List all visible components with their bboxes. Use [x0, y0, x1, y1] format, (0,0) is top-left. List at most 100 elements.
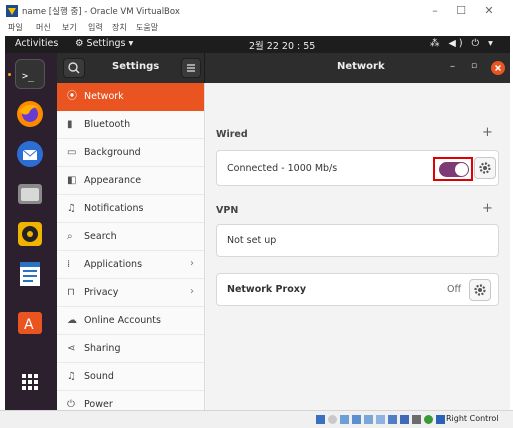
menu-help[interactable]: 도움말: [136, 22, 158, 33]
toggle-knob: [455, 163, 468, 176]
sidebar-item-label: Online Accounts: [84, 315, 161, 326]
sidebar-item-appearance[interactable]: ◧ Appearance: [57, 167, 204, 195]
running-indicator: [8, 73, 11, 76]
search-button[interactable]: [63, 58, 85, 78]
lock-icon: ⊓: [67, 287, 75, 298]
hamburger-icon: [187, 64, 195, 72]
gnome-top-bar: Activities ⚙ Settings ▾ 2월 22 20 : 55 ⁂ …: [5, 36, 510, 53]
minimize-button[interactable]: –: [426, 3, 444, 19]
page-title: Network: [337, 61, 385, 72]
sidebar-item-label: Applications: [84, 259, 143, 270]
wired-settings-button[interactable]: [474, 157, 496, 179]
sidebar-item-label: Power: [84, 399, 113, 410]
music-note-icon: ♫: [67, 371, 76, 382]
shared-folders-icon: [376, 415, 385, 424]
bluetooth-icon: ▮: [67, 119, 73, 130]
proxy-status: Off: [447, 284, 462, 295]
files-icon[interactable]: [15, 179, 45, 209]
vpn-status: Not set up: [227, 235, 277, 246]
display-icon: [388, 415, 397, 424]
firefox-icon[interactable]: [15, 99, 45, 129]
apps-grid-icon: ⁞: [67, 259, 71, 270]
wired-connection-card: Connected - 1000 Mb/s: [216, 150, 499, 186]
mouse-integration-icon: [424, 415, 433, 424]
maximize-button[interactable]: ☐: [452, 3, 470, 19]
sidebar-item-label: Bluetooth: [84, 119, 131, 130]
settings-window: Settings Network – ▫ ⦿ Network ▮ Bluetooth ▭…: [57, 53, 510, 410]
audio-icon: [340, 415, 349, 424]
svg-text:A: A: [24, 317, 34, 333]
virtualbox-status-bar: Right Control: [0, 410, 513, 428]
add-vpn-button[interactable]: +: [482, 201, 493, 216]
sidebar-item-search[interactable]: ⌕ Search: [57, 223, 204, 251]
gear-icon: [479, 162, 491, 174]
proxy-settings-button[interactable]: [469, 279, 491, 301]
sidebar-item-sound[interactable]: ♫ Sound: [57, 363, 204, 391]
sidebar-item-network[interactable]: ⦿ Network: [57, 83, 204, 111]
svg-text:>_: >_: [22, 71, 35, 82]
hamburger-menu-button[interactable]: [181, 58, 201, 78]
cloud-icon: ☁: [67, 315, 77, 326]
wired-section-title: Wired: [216, 129, 248, 140]
hdd-icon: [316, 415, 325, 424]
sidebar-item-label: Notifications: [84, 203, 144, 214]
libreoffice-writer-icon[interactable]: [15, 259, 45, 289]
optical-drive-icon: [328, 415, 337, 424]
activities-button[interactable]: Activities: [15, 38, 58, 49]
show-apps-icon[interactable]: [15, 367, 45, 397]
network-proxy-card[interactable]: Network Proxy Off: [216, 273, 499, 306]
guest-screen: Activities ⚙ Settings ▾ 2월 22 20 : 55 ⁂ …: [5, 36, 510, 410]
add-wired-button[interactable]: +: [482, 125, 493, 140]
vpn-section-title: VPN: [216, 205, 239, 216]
menu-devices[interactable]: 장치: [112, 22, 127, 33]
sidebar-item-label: Sharing: [84, 343, 121, 354]
system-tray[interactable]: ⁂ ◀) ⏻ ▾: [430, 38, 496, 49]
sidebar-item-label: Sound: [84, 371, 114, 382]
sidebar-item-online-accounts[interactable]: ☁ Online Accounts: [57, 307, 204, 335]
virtualbox-menu-bar: 파일 머신 보기 입력 장치 도움말: [0, 22, 513, 36]
sidebar-item-label: Appearance: [84, 175, 142, 186]
chevron-right-icon: ›: [190, 286, 194, 297]
sidebar-item-label: Search: [84, 231, 117, 242]
app-menu-button[interactable]: ⚙ Settings ▾: [75, 38, 133, 49]
window-minimize-button[interactable]: –: [450, 61, 455, 72]
software-center-icon[interactable]: A: [15, 307, 45, 337]
menu-view[interactable]: 보기: [62, 22, 77, 33]
sidebar-title: Settings: [112, 61, 160, 72]
sidebar-item-sharing[interactable]: ⋖ Sharing: [57, 335, 204, 363]
highlight-box: [433, 157, 473, 181]
keyboard-icon: [436, 415, 445, 424]
chevron-right-icon: ›: [190, 258, 194, 269]
sidebar-item-bluetooth[interactable]: ▮ Bluetooth: [57, 111, 204, 139]
sidebar-item-privacy[interactable]: ⊓ Privacy ›: [57, 279, 204, 307]
share-icon: ⋖: [67, 343, 76, 354]
virtualbox-app-icon: [6, 5, 18, 17]
sidebar-item-notifications[interactable]: ♫ Notifications: [57, 195, 204, 223]
sidebar-item-background[interactable]: ▭ Background: [57, 139, 204, 167]
window-close-button[interactable]: [491, 61, 505, 75]
clock[interactable]: 2월 22 20 : 55: [249, 38, 315, 52]
wired-status: Connected - 1000 Mb/s: [227, 163, 338, 174]
sidebar-header: Settings: [57, 53, 205, 83]
background-icon: ▭: [67, 147, 77, 158]
menu-machine[interactable]: 머신: [36, 22, 51, 33]
sidebar-item-power[interactable]: ⏻ Power: [57, 391, 204, 410]
menu-file[interactable]: 파일: [8, 22, 23, 33]
power-icon: ⏻: [67, 399, 75, 410]
search-icon: [68, 62, 80, 74]
gear-icon: [474, 284, 486, 296]
sidebar-item-label: Privacy: [84, 287, 119, 298]
sidebar-item-applications[interactable]: ⁞ Applications ›: [57, 251, 204, 279]
network-icon: ⦿: [67, 91, 77, 102]
proxy-title: Network Proxy: [227, 284, 307, 295]
wired-toggle[interactable]: [439, 162, 469, 177]
window-maximize-button[interactable]: ▫: [471, 61, 477, 71]
cpu-icon: [412, 415, 421, 424]
terminal-icon[interactable]: >_: [15, 59, 45, 89]
search-icon: ⌕: [67, 231, 73, 242]
sidebar-item-label: Network: [84, 91, 124, 102]
rhythmbox-icon[interactable]: [15, 219, 45, 249]
menu-input[interactable]: 입력: [88, 22, 103, 33]
thunderbird-icon[interactable]: [15, 139, 45, 169]
close-button[interactable]: ✕: [480, 3, 498, 19]
